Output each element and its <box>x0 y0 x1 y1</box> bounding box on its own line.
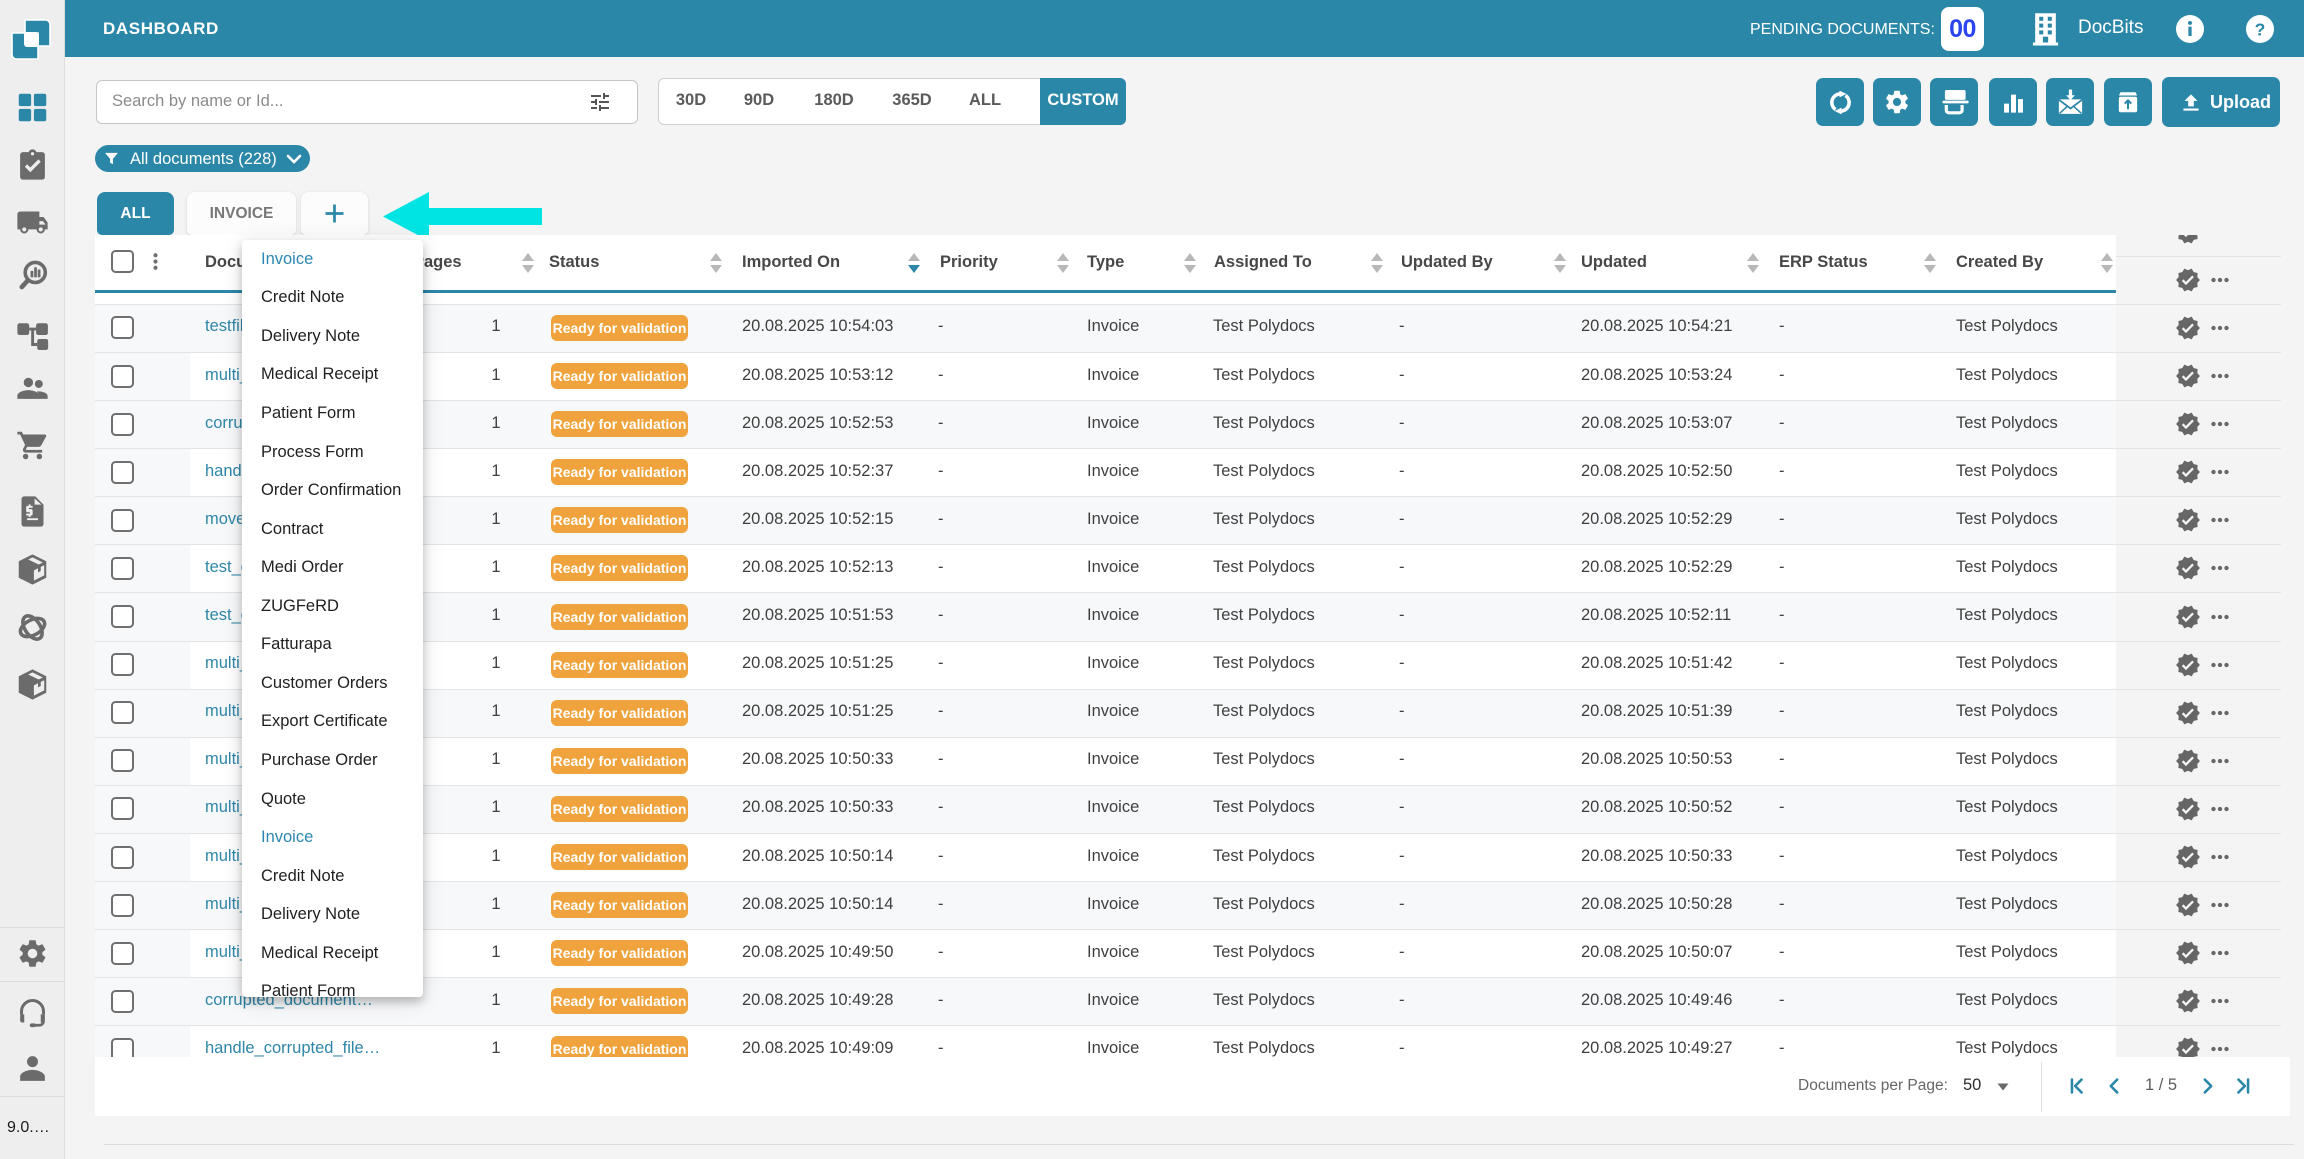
svg-text:?: ? <box>2255 19 2266 39</box>
